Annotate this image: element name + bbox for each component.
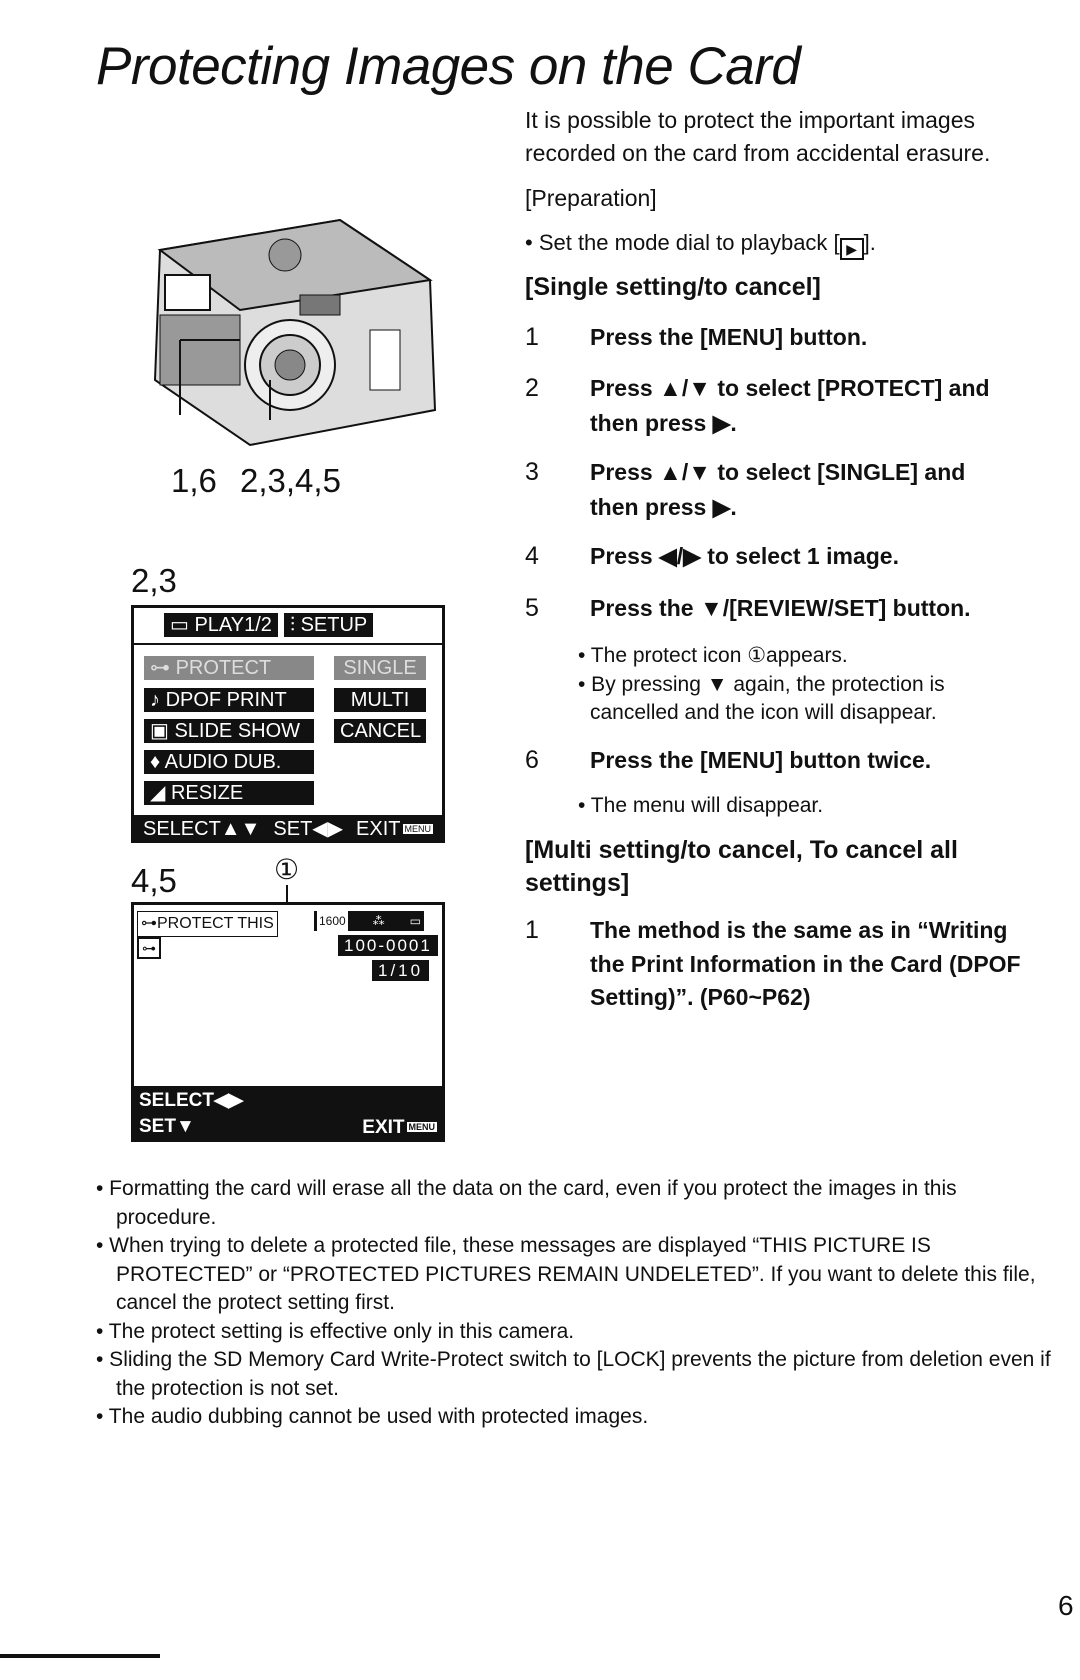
menu-item-label: AUDIO DUB. — [164, 751, 282, 773]
option-cancel: CANCEL — [334, 719, 426, 743]
menu-item-resize: ◢ RESIZE — [144, 781, 314, 805]
menu-item-label: PROTECT — [175, 657, 272, 679]
multi-heading: [Multi setting/to cancel, To cancel all s… — [525, 834, 958, 900]
notes-list: • Formatting the card will erase all the… — [96, 1175, 1056, 1432]
menu-item-slideshow: ▣ SLIDE SHOW — [144, 719, 314, 743]
step-text: the Print Information in the Card (DPOF — [590, 951, 1021, 977]
footer-set: SET◀▶ — [273, 818, 344, 840]
heading-line: settings] — [525, 869, 630, 897]
menu-item-label: DPOF PRINT — [165, 689, 287, 711]
quality-icon: ⁂ — [372, 914, 385, 928]
step-number: 3 — [525, 458, 539, 486]
intro-line: It is possible to protect the important … — [525, 107, 975, 133]
step-number: 2 — [525, 374, 539, 402]
footer-set: SET▼ — [139, 1116, 195, 1137]
heading-line: [Multi setting/to cancel, To cancel all — [525, 836, 958, 864]
preparation-label: [Preparation] — [525, 185, 657, 211]
menu-item-label: SLIDE SHOW — [174, 720, 301, 742]
step-text: The method is the same as in “Writing — [590, 917, 1008, 943]
file-number: 100-0001 — [338, 935, 438, 956]
status-bar: 1600 ⁂ ▭ — [314, 911, 424, 931]
step-text: then press ▶. — [590, 410, 737, 436]
scan-artifact — [0, 1654, 160, 1658]
note-item: • The audio dubbing cannot be used with … — [96, 1405, 649, 1428]
preparation-bullet: • Set the mode dial to playback [▶]. — [525, 226, 876, 260]
menu-item-protect: ⊶ PROTECT — [144, 656, 314, 680]
camera-label-right: 2,3,4,5 — [240, 462, 341, 499]
camera-illustration — [153, 218, 437, 447]
step-number: 1 — [525, 323, 539, 351]
menu-item-dpof: ♪ DPOF PRINT — [144, 688, 314, 712]
step-text: then press ▶. — [590, 494, 737, 520]
page-number: 6 — [1058, 1590, 1074, 1621]
single-heading: [Single setting/to cancel] — [525, 273, 821, 301]
footer-select: SELECT▲▼ — [143, 818, 261, 840]
intro-line: recorded on the card from accidental era… — [525, 140, 991, 166]
tab-play: ▭ PLAY1/2 — [164, 613, 278, 637]
page-title: Protecting Images on the Card — [96, 37, 801, 96]
step-text: Press the [MENU] button. — [590, 324, 868, 350]
review-screen-label: 4,5 — [131, 862, 177, 899]
footer-select: SELECT◀▶ — [139, 1090, 244, 1111]
note-item: • Sliding the SD Memory Card Write-Prote… — [96, 1348, 1051, 1400]
menu-screen-label: 2,3 — [131, 562, 177, 599]
step-number: 6 — [525, 746, 539, 774]
protect-this-label: ⊶PROTECT THIS — [137, 911, 278, 937]
review-footer: SELECT◀▶ SET▼ EXIT MENU — [131, 1086, 445, 1142]
note-line: • By pressing ▼ again, the protection is — [578, 673, 945, 696]
step-number: 5 — [525, 594, 539, 622]
footer-exit: EXIT — [362, 1117, 405, 1138]
note-line: • The protect icon ①appears. — [578, 644, 848, 667]
camera-label-left: 1,6 — [171, 462, 217, 499]
battery-icon: ▭ — [409, 914, 421, 928]
step-text: Press ▲/▼ to select [PROTECT] and — [590, 375, 990, 401]
menu-key-icon: MENU — [406, 1122, 437, 1132]
step-text: Press the ▼/[REVIEW/SET] button. — [590, 595, 971, 621]
image-count: 1/10 — [372, 960, 430, 981]
option-multi: MULTI — [334, 688, 426, 712]
step-text: Press the [MENU] button twice. — [590, 747, 932, 773]
protect-text: PROTECT THIS — [157, 915, 274, 932]
step-number: 1 — [525, 916, 539, 944]
menu-item-audio-dub: ♦ AUDIO DUB. — [144, 750, 314, 774]
tab-setup: ⫶ SETUP — [284, 613, 374, 637]
prep-text-end: ]. — [863, 230, 876, 255]
footer-exit: EXIT — [356, 818, 401, 840]
note-item: • The protect setting is effective only … — [96, 1319, 575, 1343]
note-item: • When trying to delete a protected file… — [96, 1234, 1036, 1314]
step-text: Setting)”. (P60~P62) — [590, 984, 811, 1010]
step-6-note: • The menu will disappear. — [578, 794, 824, 817]
menu-screen: ▭ PLAY1/2 ⫶ SETUP ⊶ PROTECT ♪ DPOF PRINT… — [131, 605, 445, 843]
step-text: Press ◀/▶ to select 1 image. — [590, 543, 899, 569]
step-text: Press ▲/▼ to select [SINGLE] and — [590, 459, 966, 485]
tab-play-label: PLAY1/2 — [194, 614, 272, 636]
play-icon: ▶ — [839, 238, 864, 260]
prep-text: • Set the mode dial to playback [ — [525, 230, 840, 255]
protect-key-icon: ⊶ — [137, 937, 161, 959]
step-number: 4 — [525, 542, 539, 570]
review-screen: ⊶PROTECT THIS ⊶ 1600 ⁂ ▭ 100-0001 1/10 SEL… — [131, 902, 445, 1142]
note-item: • Formatting the card will erase all the… — [96, 1177, 957, 1229]
note-line: cancelled and the icon will disappear. — [590, 701, 937, 724]
tab-setup-label: SETUP — [300, 614, 368, 636]
image-size: 1600 — [317, 911, 348, 931]
menu-key-icon: MENU — [402, 824, 433, 834]
intro-text: It is possible to protect the important … — [525, 104, 990, 170]
callout-1: ① — [274, 854, 300, 885]
option-single: SINGLE — [334, 656, 426, 680]
menu-item-label: RESIZE — [170, 782, 244, 804]
menu-footer: SELECT▲▼ SET◀▶ EXIT MENU — [131, 815, 445, 843]
